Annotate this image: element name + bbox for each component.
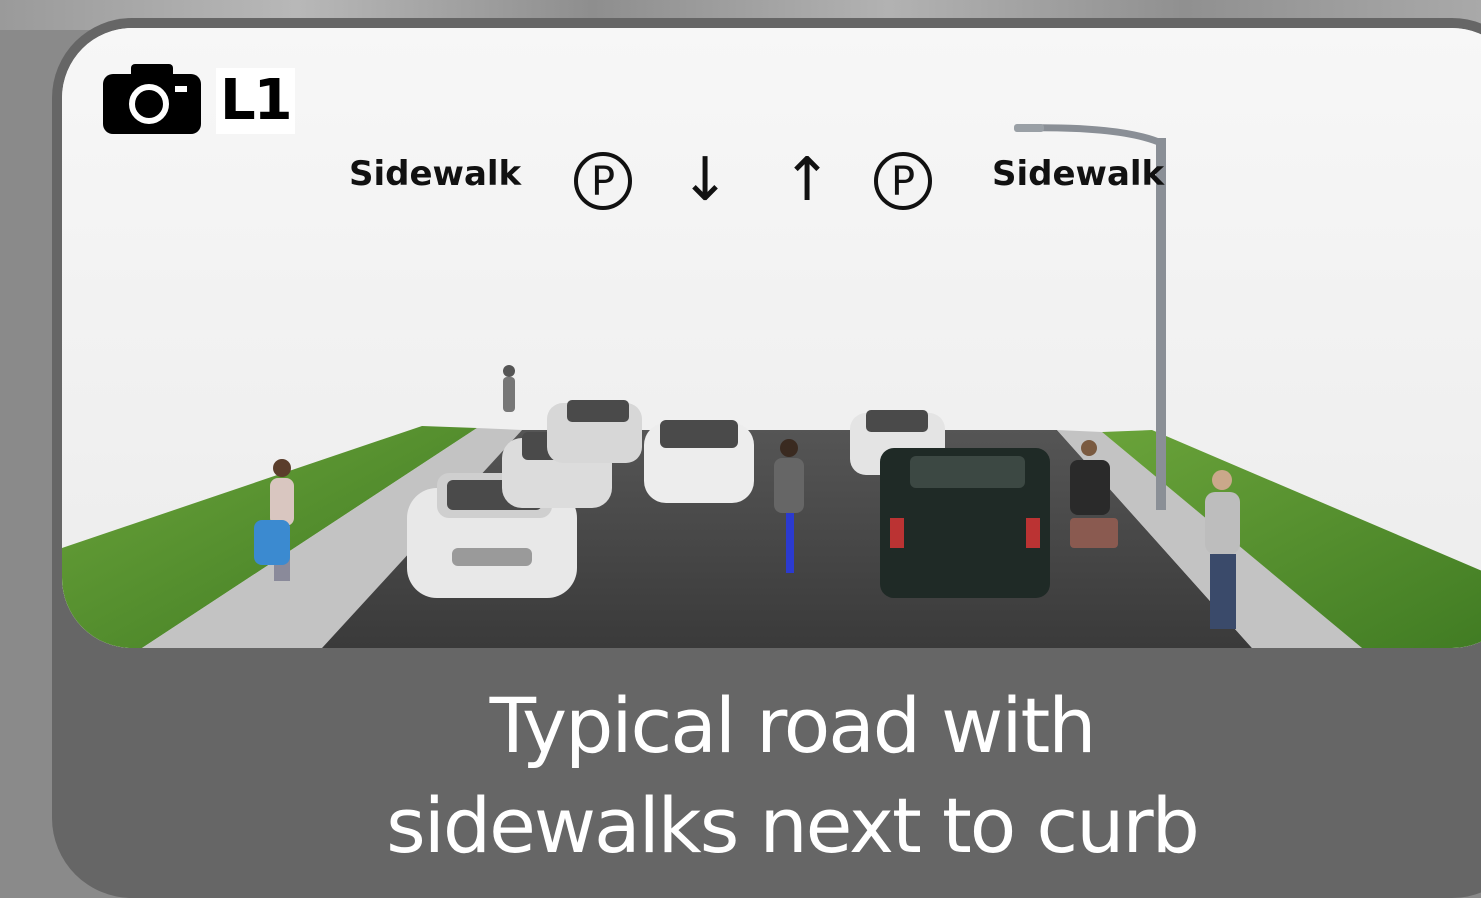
right-sidewalk-label: Sidewalk xyxy=(992,154,1165,194)
camera-icon xyxy=(103,64,201,134)
car-back-left xyxy=(547,400,642,463)
parking-right-label: P xyxy=(890,159,916,205)
caption-line-1: Typical road with xyxy=(489,681,1097,770)
pedestrian-distant xyxy=(503,365,515,412)
left-sidewalk-label: Sidewalk xyxy=(349,154,522,194)
street-lamp-head xyxy=(1014,124,1044,132)
caption: Typical road with sidewalks next to curb xyxy=(52,676,1481,876)
pedestrian-walking xyxy=(1205,470,1240,629)
parking-icon: P xyxy=(574,152,632,210)
lane-down-arrow-icon: ↓ xyxy=(680,145,731,215)
caption-line-2: sidewalks next to curb xyxy=(386,781,1200,870)
view-id-label: L1 xyxy=(216,68,295,134)
car-center xyxy=(644,420,754,503)
lane-up-arrow-icon: ↑ xyxy=(782,145,833,215)
parking-icon: P xyxy=(874,152,932,210)
pickup-truck xyxy=(880,448,1050,598)
parking-left-label: P xyxy=(590,159,616,205)
